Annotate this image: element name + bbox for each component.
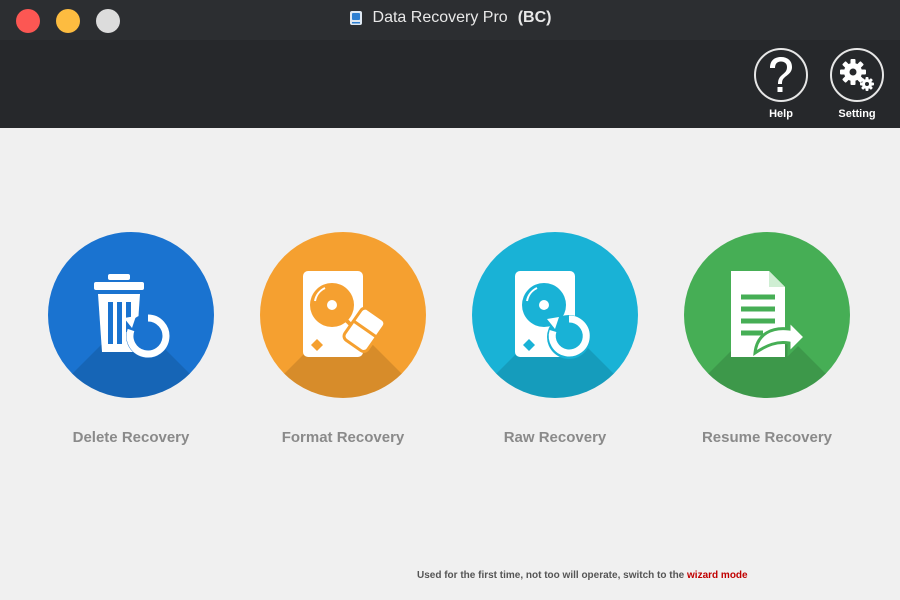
raw-recovery-option[interactable]: Raw Recovery bbox=[455, 232, 655, 446]
hint-text: Used for the first time, not too will op… bbox=[417, 570, 688, 581]
footer-hint: Used for the first time, not too will op… bbox=[417, 570, 748, 581]
format-recovery-label: Format Recovery bbox=[281, 429, 405, 446]
wizard-mode-link[interactable]: wizard mode bbox=[687, 570, 748, 581]
document-restore-icon bbox=[731, 271, 808, 357]
hdd-eraser-icon bbox=[303, 271, 387, 357]
trash-restore-icon bbox=[94, 274, 170, 358]
title-bar: Data Recovery Pro (BC) bbox=[0, 0, 900, 40]
delete-recovery-label: Delete Recovery bbox=[72, 429, 190, 446]
edition-badge: (BC) bbox=[517, 9, 552, 26]
toolbar: Help Setting bbox=[0, 40, 900, 128]
raw-recovery-circle bbox=[472, 232, 638, 398]
window-title: Data Recovery Pro (BC) bbox=[0, 0, 900, 36]
help-label: Help bbox=[769, 108, 793, 120]
resume-recovery-label: Resume Recovery bbox=[701, 429, 833, 446]
delete-recovery-option[interactable]: Delete Recovery bbox=[31, 232, 231, 446]
setting-label: Setting bbox=[838, 108, 876, 120]
setting-button[interactable]: Setting bbox=[827, 48, 887, 124]
delete-recovery-circle bbox=[48, 232, 214, 398]
help-button[interactable]: Help bbox=[751, 48, 811, 124]
resume-recovery-circle bbox=[684, 232, 850, 398]
hdd-restore-icon bbox=[515, 271, 591, 359]
main-content: Delete Recovery Format Recovery Raw Reco… bbox=[0, 128, 900, 600]
gear-icon bbox=[830, 48, 884, 102]
app-icon bbox=[349, 11, 362, 25]
format-recovery-circle bbox=[260, 232, 426, 398]
raw-recovery-label: Raw Recovery bbox=[503, 429, 607, 446]
format-recovery-option[interactable]: Format Recovery bbox=[243, 232, 443, 446]
window-title-text: Data Recovery Pro bbox=[372, 9, 508, 26]
app-window: Data Recovery Pro (BC) Help Setting Dele… bbox=[0, 0, 900, 600]
help-icon bbox=[754, 48, 808, 102]
resume-recovery-option[interactable]: Resume Recovery bbox=[667, 232, 867, 446]
